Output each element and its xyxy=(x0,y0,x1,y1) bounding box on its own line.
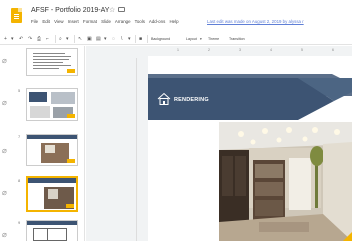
select-cursor-icon[interactable]: ↖ xyxy=(78,36,82,42)
ruler-tick: 3 xyxy=(239,48,241,52)
slide-number: 9 xyxy=(18,220,21,225)
slides-logo-icon[interactable] xyxy=(11,8,22,23)
accent-corner xyxy=(343,232,352,241)
slide-filmstrip: ⌀ 5 ⌀ 7 ⌀ 8 ⌀ 9 ⌀ xyxy=(0,46,85,241)
slide-number: 7 xyxy=(18,134,21,139)
ruler-tick: 6 xyxy=(332,48,334,52)
house-icon xyxy=(157,92,171,105)
menu-item-arrange[interactable]: Arrange xyxy=(115,19,131,24)
ruler-tick: 5 xyxy=(301,48,303,52)
menu-item-edit[interactable]: Edit xyxy=(42,19,50,24)
line-chevron-icon[interactable]: ▾ xyxy=(128,36,131,42)
background-button[interactable]: Background xyxy=(151,37,170,41)
shape-icon[interactable]: ◌ xyxy=(112,36,115,42)
link-icon: ⌀ xyxy=(2,230,7,239)
title-banner xyxy=(148,74,352,120)
layout-button[interactable]: Layout xyxy=(186,37,197,41)
image-chevron-icon[interactable]: ▾ xyxy=(104,36,107,42)
slide-thumbnail[interactable] xyxy=(26,88,78,121)
line-icon[interactable]: \ xyxy=(121,36,122,42)
folder-icon[interactable] xyxy=(118,7,125,12)
slide-thumbnail-selected[interactable] xyxy=(26,176,78,212)
textbox-icon[interactable]: ▣ xyxy=(87,36,92,42)
zoom-chevron-icon[interactable]: ▾ xyxy=(66,36,69,42)
slide-thumbnail[interactable] xyxy=(26,220,78,241)
layout-chevron-icon[interactable]: ▾ xyxy=(200,37,202,41)
menu-item-view[interactable]: View xyxy=(54,19,63,24)
rendering-image[interactable] xyxy=(219,122,352,241)
transition-button[interactable]: Transition xyxy=(229,37,245,41)
menu-item-slide[interactable]: Slide xyxy=(101,19,111,24)
undo-icon[interactable]: ↶ xyxy=(19,36,23,42)
redo-icon[interactable]: ↷ xyxy=(28,36,32,42)
star-icon[interactable]: ☆ xyxy=(109,6,115,14)
menu-item-format[interactable]: Format xyxy=(83,19,97,24)
menu-item-file[interactable]: File xyxy=(31,19,38,24)
menu-bar: File Edit View Insert Format Slide Arran… xyxy=(31,19,182,24)
link-icon: ⌀ xyxy=(2,98,7,107)
menu-item-tools[interactable]: Tools xyxy=(135,19,145,24)
link-icon: ⌀ xyxy=(2,56,7,65)
slide-number: 5 xyxy=(18,88,21,93)
toolbar: + ▾ ↶ ↷ ⎙ ⌐ ⌕ ▾ ↖ ▣ ▤ ▾ ◌ \ ▾ ■ Backgrou… xyxy=(0,33,352,45)
link-icon: ⌀ xyxy=(2,146,7,155)
last-edit-link[interactable]: Last edit was made on August 2, 2019 by … xyxy=(207,19,304,24)
app-header: AFSF - Portfolio 2019-AY ☆ File Edit Vie… xyxy=(0,0,352,29)
document-title[interactable]: AFSF - Portfolio 2019-AY xyxy=(31,7,109,14)
link-icon: ⌀ xyxy=(2,188,7,197)
ruler-horizontal: 1 2 3 4 5 6 xyxy=(146,48,352,53)
theme-button[interactable]: Theme xyxy=(208,37,219,41)
comment-icon[interactable]: ■ xyxy=(139,36,142,42)
current-slide[interactable]: RENDERING xyxy=(148,56,352,241)
menu-item-help[interactable]: Help xyxy=(170,19,179,24)
menu-item-addons[interactable]: Add-ons xyxy=(149,19,165,24)
slide-title: RENDERING xyxy=(174,97,209,103)
ruler-vertical xyxy=(136,58,139,241)
slide-canvas: 1 2 3 4 5 6 RENDERING xyxy=(86,46,352,241)
chevron-down-icon[interactable]: ▾ xyxy=(11,36,14,42)
slide-thumbnail[interactable] xyxy=(26,48,78,76)
slides-app: AFSF - Portfolio 2019-AY ☆ File Edit Vie… xyxy=(0,0,352,241)
image-icon[interactable]: ▤ xyxy=(96,36,101,42)
ruler-tick: 4 xyxy=(270,48,272,52)
paint-format-icon[interactable]: ⌐ xyxy=(46,36,49,42)
slide-thumbnail[interactable] xyxy=(26,134,78,166)
new-slide-icon[interactable]: + xyxy=(4,36,7,42)
print-icon[interactable]: ⎙ xyxy=(37,36,41,42)
ruler-tick: 1 xyxy=(177,48,179,52)
ruler-tick: 2 xyxy=(208,48,210,52)
slide-number: 8 xyxy=(18,178,21,183)
zoom-icon[interactable]: ⌕ xyxy=(59,36,62,42)
menu-item-insert[interactable]: Insert xyxy=(68,19,79,24)
